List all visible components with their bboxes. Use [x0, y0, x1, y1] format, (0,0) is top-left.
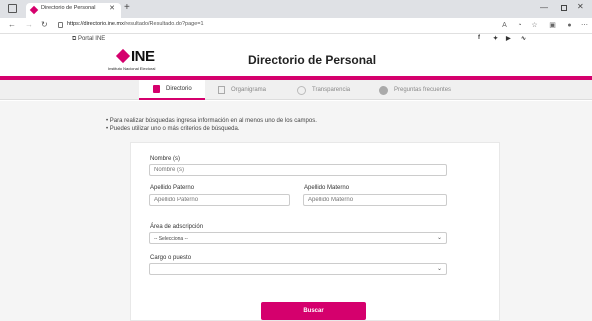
tab-directorio[interactable]: Directorio — [139, 80, 205, 100]
apellido-materno-label: Apellido Materno — [304, 185, 350, 191]
site-top-strip: ⧉ Portal INE f ✦ ▶ ∿ — [0, 34, 592, 46]
tab-organigrama[interactable]: Organigrama — [218, 80, 288, 100]
url-path: /resultado/Resultado.do?page=1 — [123, 21, 204, 27]
reload-icon[interactable]: ↻ — [41, 20, 48, 29]
maximize-icon[interactable] — [561, 5, 567, 11]
forward-icon[interactable]: → — [25, 20, 33, 29]
tab-preguntas[interactable]: Preguntas frecuentes — [379, 80, 469, 100]
document-icon — [153, 85, 160, 93]
cargo-label: Cargo o puesto — [150, 255, 192, 261]
chevron-down-icon: ⌄ — [436, 266, 442, 272]
nombre-label: Nombre (s) — [150, 156, 181, 162]
twitter-icon[interactable]: ✦ — [493, 35, 498, 42]
lock-icon — [58, 22, 63, 28]
url-host: https://directorio.ine.mx — [67, 21, 124, 27]
apellido-paterno-label: Apellido Paterno — [150, 185, 195, 191]
instruction-line: • Puedes utilizar uno o más criterios de… — [106, 126, 240, 132]
minimize-icon[interactable]: — — [540, 3, 548, 12]
facebook-icon[interactable]: f — [478, 35, 480, 41]
instruction-line: • Para realizar búsquedas ingresa inform… — [106, 118, 317, 124]
area-label: Área de adscripción — [150, 224, 204, 230]
read-aloud-icon[interactable]: A — [500, 21, 509, 30]
back-icon[interactable]: ← — [8, 20, 16, 29]
buscar-button[interactable]: Buscar — [261, 302, 366, 320]
site-header: INE Instituto Nacional Electoral Directo… — [0, 46, 592, 76]
youtube-icon[interactable]: ▶ — [506, 35, 511, 42]
logo-subtitle: Instituto Nacional Electoral — [108, 66, 156, 71]
question-icon — [379, 85, 388, 95]
nombre-input[interactable] — [149, 164, 447, 176]
area-select[interactable]: -- Selecciona -- ⌄ — [149, 232, 447, 244]
tab-directorio-label: Directorio — [166, 86, 192, 92]
tracking-icon[interactable]: ◔ — [515, 21, 524, 30]
cargo-select[interactable]: ⌄ — [149, 263, 447, 275]
browser-tab-bar: Directorio de Personal ✕ + — ✕ — [0, 0, 592, 18]
close-window-icon[interactable]: ✕ — [577, 2, 584, 11]
profile-icon[interactable]: ● — [565, 21, 574, 30]
chevron-down-icon: ⌄ — [436, 235, 442, 241]
more-menu-icon[interactable]: ⋯ — [580, 21, 589, 30]
tab-organigrama-label: Organigrama — [231, 87, 267, 93]
apellido-paterno-input[interactable] — [149, 194, 290, 206]
section-nav: Directorio Organigrama Transparencia Pre… — [0, 80, 592, 100]
tab-title: Directorio de Personal — [41, 5, 96, 11]
org-chart-icon — [218, 86, 225, 94]
ine-favicon-icon — [29, 5, 39, 15]
tab-transparencia[interactable]: Transparencia — [297, 80, 367, 100]
page-title: Directorio de Personal — [248, 53, 377, 67]
apellido-materno-input[interactable] — [303, 194, 447, 206]
address-bar: ← → ↻ https://directorio.ine.mx/resultad… — [0, 18, 592, 34]
window-menu-icon[interactable] — [8, 4, 17, 13]
url-field[interactable]: https://directorio.ine.mx/resultado/Resu… — [67, 21, 204, 27]
portal-link-label: Portal INE — [77, 36, 106, 42]
portal-ine-link[interactable]: ⧉ Portal INE — [72, 36, 105, 43]
close-tab-icon[interactable]: ✕ — [109, 4, 115, 12]
tab-transparencia-label: Transparencia — [312, 87, 351, 93]
ine-logo-icon — [115, 48, 131, 64]
browser-tab[interactable]: Directorio de Personal ✕ — [26, 3, 121, 18]
logo-text: INE — [131, 48, 155, 65]
circle-icon — [297, 85, 306, 95]
rss-icon[interactable]: ∿ — [521, 35, 526, 42]
favorites-icon[interactable]: ☆ — [530, 21, 539, 30]
area-select-value: -- Selecciona -- — [154, 236, 188, 242]
collections-icon[interactable]: ▣ — [548, 21, 557, 30]
new-tab-icon[interactable]: + — [124, 2, 130, 14]
tab-preguntas-label: Preguntas frecuentes — [394, 87, 452, 93]
